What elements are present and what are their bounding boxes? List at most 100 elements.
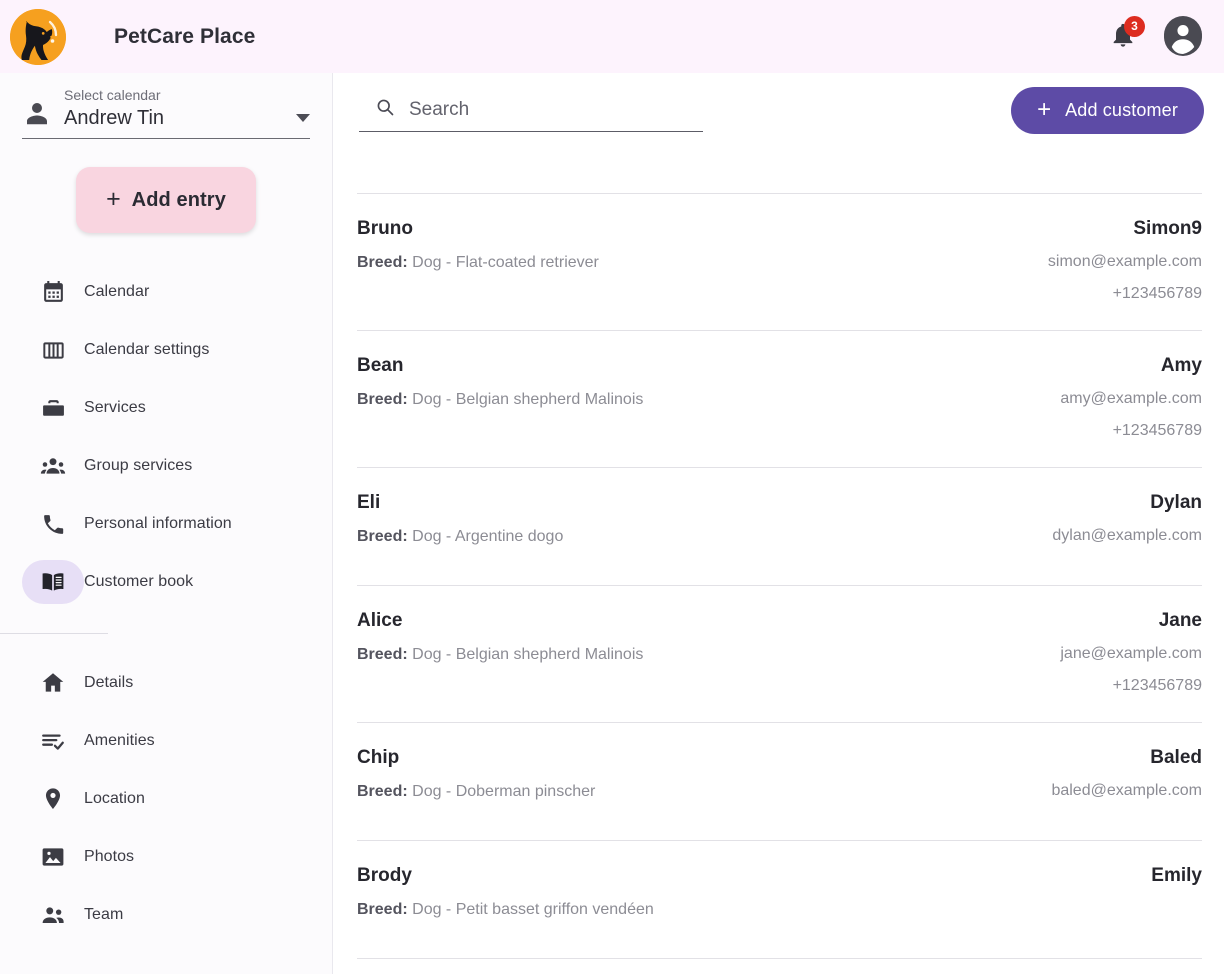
map-pin-icon	[22, 777, 84, 821]
sidebar-item-label: Calendar settings	[84, 341, 210, 358]
sidebar-item-customer-book[interactable]: Customer book	[0, 553, 332, 611]
pet-breed: Breed: Dog - Flat-coated retriever	[357, 253, 599, 273]
toolbox-icon	[22, 386, 84, 430]
sidebar-item-label: Location	[84, 790, 145, 807]
owner-name: Jane	[1158, 610, 1202, 631]
calendar-icon	[22, 270, 84, 314]
pet-breed: Breed: Dog - Doberman pinscher	[357, 782, 595, 802]
pet-info: Chip Breed: Dog - Doberman pinscher	[357, 747, 595, 802]
account-circle-icon	[22, 98, 52, 128]
customer-row[interactable]: Brody Breed: Dog - Petit basset griffon v…	[357, 841, 1202, 959]
sidebar-item-label: Group services	[84, 457, 193, 474]
sidebar-item-calendar-settings[interactable]: Calendar settings	[0, 321, 332, 379]
sidebar: Select calendar Andrew Tin + Add entry C…	[0, 73, 333, 974]
pet-name: Alice	[357, 610, 403, 631]
sidebar-item-label: Details	[84, 674, 134, 691]
customer-row[interactable]: Bruno Breed: Dog - Flat-coated retriever S…	[357, 194, 1202, 331]
breed-value: Dog - Belgian shepherd Malinois	[407, 646, 644, 663]
breed-label: Breed:	[357, 901, 408, 918]
view-column-icon	[22, 328, 84, 372]
owner-name: Emily	[1151, 865, 1202, 886]
pet-name: Bruno	[357, 218, 413, 239]
top-bar: PetCare Place 3	[0, 0, 1224, 73]
sidebar-item-personal-information[interactable]: Personal information	[0, 495, 332, 553]
breed-value: Dog - Argentine dogo	[407, 528, 564, 545]
owner-phone: +123456789	[1112, 422, 1202, 439]
calendar-selector[interactable]: Select calendar Andrew Tin	[22, 87, 310, 139]
sidebar-item-label: Calendar	[84, 283, 150, 300]
sidebar-item-calendar[interactable]: Calendar	[0, 263, 332, 321]
brand: PetCare Place	[8, 7, 255, 67]
sidebar-item-team[interactable]: Team	[0, 886, 332, 944]
add-entry-button[interactable]: + Add entry	[76, 167, 256, 233]
pet-info: Bean Breed: Dog - Belgian shepherd Malino…	[357, 355, 643, 410]
customer-list-viewport[interactable]: Breed: Dog - Afghan houndelject@gmail.co…	[333, 148, 1224, 974]
sidebar-item-label: Personal information	[84, 515, 232, 532]
customer-list: Breed: Dog - Afghan houndelject@gmail.co…	[333, 148, 1224, 974]
image-icon	[22, 835, 84, 879]
pet-name: Bean	[357, 355, 404, 376]
dog-head-logo-icon	[10, 8, 66, 65]
plus-icon: +	[106, 184, 121, 213]
breed-value: Dog - Petit basset griffon vendéen	[407, 901, 654, 918]
main-toolbar: + Add customer	[333, 73, 1224, 148]
home-icon	[22, 661, 84, 705]
customer-row[interactable]: Breed: Dog - Afghan houndelject@gmail.co…	[357, 148, 1202, 194]
owner-name: Baled	[1150, 747, 1202, 768]
pet-info: Brody Breed: Dog - Petit basset griffon v…	[357, 865, 654, 920]
breed-label: Breed:	[357, 783, 408, 800]
sidebar-divider	[0, 633, 108, 634]
breed-label: Breed:	[357, 254, 408, 271]
calendar-selector-value: Andrew Tin	[64, 107, 165, 129]
people-icon	[22, 893, 84, 937]
sidebar-item-photos[interactable]: Photos	[0, 828, 332, 886]
topbar-actions: 3	[1106, 15, 1202, 57]
sidebar-item-label: Services	[84, 399, 146, 416]
owner-info: Jane jane@example.com +123456789	[1060, 610, 1202, 696]
app-root: PetCare Place 3 Select calendar Andrew T…	[0, 0, 1224, 974]
customer-row[interactable]: AkaBreed: Dog - Alaskan malamuteJohn Smi…	[357, 959, 1202, 974]
sidebar-item-group-services[interactable]: Group services	[0, 437, 332, 495]
breed-label: Breed:	[357, 646, 408, 663]
breed-label: Breed:	[357, 528, 408, 545]
sidebar-item-amenities[interactable]: Amenities	[0, 712, 332, 770]
owner-phone: +123456789	[1112, 285, 1202, 302]
chevron-down-icon	[296, 114, 310, 122]
owner-name: Simon9	[1133, 218, 1202, 239]
owner-email: baled@example.com	[1051, 782, 1202, 799]
sidebar-item-details[interactable]: Details	[0, 654, 332, 712]
pet-name: Eli	[357, 492, 381, 513]
add-customer-label: Add customer	[1065, 100, 1178, 120]
owner-info: Simon9 simon@example.com +123456789	[1048, 218, 1202, 304]
calendar-selector-texts: Select calendar Andrew Tin	[64, 87, 284, 130]
sidebar-item-label: Team	[84, 906, 124, 923]
sidebar-nav-primary: Calendar Calendar settings Services Grou…	[0, 263, 332, 611]
pet-breed: Breed: Dog - Belgian shepherd Malinois	[357, 390, 643, 410]
owner-name: Dylan	[1150, 492, 1202, 513]
sidebar-item-label: Photos	[84, 848, 135, 865]
breed-value: Dog - Flat-coated retriever	[407, 254, 599, 271]
pet-info: Alice Breed: Dog - Belgian shepherd Malin…	[357, 610, 643, 665]
customer-row[interactable]: Alice Breed: Dog - Belgian shepherd Malin…	[357, 586, 1202, 723]
breed-label: Breed:	[357, 391, 408, 408]
sidebar-item-label: Amenities	[84, 732, 155, 749]
account-avatar-button[interactable]	[1164, 16, 1202, 57]
app-title: PetCare Place	[114, 24, 256, 48]
sidebar-item-services[interactable]: Services	[0, 379, 332, 437]
breed-value: Dog - Belgian shepherd Malinois	[407, 391, 644, 408]
add-entry-wrap: + Add entry	[0, 167, 332, 233]
account-circle-icon	[1164, 16, 1202, 57]
add-customer-button[interactable]: + Add customer	[1011, 87, 1204, 134]
customer-row[interactable]: Eli Breed: Dog - Argentine dogo Dylan dylan…	[357, 468, 1202, 586]
sidebar-item-location[interactable]: Location	[0, 770, 332, 828]
notifications-button[interactable]: 3	[1106, 15, 1145, 54]
search-field[interactable]	[359, 95, 703, 132]
search-input[interactable]	[409, 97, 703, 122]
customer-row[interactable]: Chip Breed: Dog - Doberman pinscher Baled b…	[357, 723, 1202, 841]
checklist-icon	[22, 719, 84, 763]
owner-info: Amy amy@example.com +123456789	[1060, 355, 1202, 441]
sidebar-item-label: Customer book	[84, 573, 194, 590]
pet-breed: Breed: Dog - Belgian shepherd Malinois	[357, 645, 643, 665]
customer-row[interactable]: Bean Breed: Dog - Belgian shepherd Malino…	[357, 331, 1202, 468]
owner-email: dylan@example.com	[1052, 527, 1202, 544]
